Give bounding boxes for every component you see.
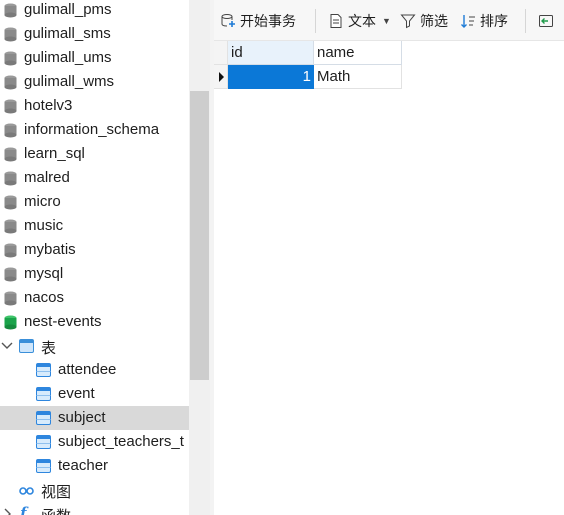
tree-item-tables-group[interactable]: 表: [0, 334, 189, 358]
tree-item-label: teacher: [58, 457, 109, 474]
tree-item-label: nest-events: [24, 313, 102, 330]
tree-item-label: learn_sql: [24, 145, 85, 162]
tree-item-database[interactable]: malred: [0, 166, 189, 190]
filter-label: 筛选: [420, 13, 448, 29]
tree-item-label: subject: [58, 409, 106, 426]
column-header-name[interactable]: name: [314, 41, 402, 65]
grid-corner: [214, 41, 228, 65]
tree-item-table[interactable]: subject_teachers_t: [0, 430, 189, 454]
sort-button[interactable]: 排序: [460, 10, 508, 32]
database-icon: [4, 243, 17, 258]
document-icon: [330, 14, 342, 28]
filter-icon: [400, 14, 416, 29]
tree-item-database[interactable]: gulimall_wms: [0, 70, 189, 94]
tree-item-label: gulimall_wms: [24, 73, 115, 90]
tree-item-table[interactable]: event: [0, 382, 189, 406]
views-icon: [19, 487, 34, 495]
table-icon: [36, 363, 51, 377]
tree-item-views-group[interactable]: 视图: [0, 478, 189, 502]
tree-item-label: gulimall_sms: [24, 25, 111, 42]
tree-item-database-active[interactable]: nest-events: [0, 310, 189, 334]
sort-label: 排序: [480, 13, 508, 29]
tree-item-label: hotelv3: [24, 97, 73, 114]
dropdown-arrow-icon[interactable]: ▼: [382, 16, 391, 26]
tree-item-label: music: [24, 217, 64, 234]
database-icon: [4, 3, 17, 18]
chevron-down-icon[interactable]: [0, 339, 14, 353]
tree-item-database[interactable]: learn_sql: [0, 142, 189, 166]
cell-name[interactable]: Math: [314, 65, 402, 89]
tree-item-label: nacos: [24, 289, 65, 306]
tree-item-label: attendee: [58, 361, 117, 378]
tree-item-label: malred: [24, 169, 70, 186]
tree-item-label: micro: [24, 193, 61, 210]
tree-item-label: gulimall_ums: [24, 49, 112, 66]
navigator-tree[interactable]: gulimall_pms gulimall_sms gulimall_ums g…: [0, 0, 189, 515]
tables-folder-icon: [19, 339, 34, 353]
tree-item-database[interactable]: information_schema: [0, 118, 189, 142]
database-icon: [4, 291, 17, 306]
tree-item-label: 视图: [41, 484, 72, 501]
database-icon: [4, 51, 17, 66]
tree-item-label: event: [58, 385, 95, 402]
tree-item-label: information_schema: [24, 121, 160, 138]
tree-item-label: subject_teachers_t: [58, 433, 184, 450]
tree-item-label: 函数: [41, 505, 71, 515]
column-header-id[interactable]: id: [228, 41, 314, 65]
database-icon: [4, 123, 17, 138]
function-icon: f: [20, 504, 27, 515]
tree-item-table[interactable]: attendee: [0, 358, 189, 382]
import-button[interactable]: [538, 10, 554, 32]
cell-id[interactable]: 1: [228, 65, 314, 89]
tree-item-database[interactable]: music: [0, 214, 189, 238]
tree-scrollbar-thumb[interactable]: [190, 91, 209, 380]
tree-item-database[interactable]: nacos: [0, 286, 189, 310]
begin-transaction-label: 开始事务: [240, 13, 296, 29]
sort-icon: [461, 15, 475, 28]
text-view-button[interactable]: 文本 ▼: [328, 10, 391, 32]
tree-item-database[interactable]: mysql: [0, 262, 189, 286]
table-icon: [36, 411, 51, 425]
chevron-right-icon[interactable]: [0, 507, 14, 515]
table-icon: [36, 435, 51, 449]
tree-item-label: mybatis: [24, 241, 76, 258]
database-icon: [4, 75, 17, 90]
tree-item-table[interactable]: teacher: [0, 454, 189, 478]
tree-item-database[interactable]: mybatis: [0, 238, 189, 262]
database-icon: [4, 267, 17, 282]
data-toolbar: 开始事务 文本 ▼ 筛选 排序: [214, 0, 564, 41]
database-icon: [4, 27, 17, 42]
row-marker[interactable]: [214, 65, 228, 89]
tree-item-label: gulimall_pms: [24, 1, 112, 18]
tree-item-database[interactable]: micro: [0, 190, 189, 214]
tree-item-database[interactable]: gulimall_sms: [0, 22, 189, 46]
tree-item-functions-group[interactable]: f 函数: [0, 502, 189, 515]
current-row-arrow-icon: [219, 72, 224, 82]
import-icon: [539, 15, 553, 27]
filter-button[interactable]: 筛选: [400, 10, 448, 32]
database-active-icon: [4, 315, 17, 330]
database-icon: [4, 219, 17, 234]
text-label: 文本: [348, 13, 376, 29]
database-icon: [4, 99, 17, 114]
toolbar-separator: [315, 9, 316, 33]
tree-item-database[interactable]: hotelv3: [0, 94, 189, 118]
tree-item-label: mysql: [24, 265, 64, 282]
tree-item-label: 表: [41, 340, 57, 357]
database-icon: [4, 147, 17, 162]
begin-transaction-button[interactable]: 开始事务: [220, 10, 296, 32]
transaction-icon: [221, 14, 235, 27]
tree-item-table-selected[interactable]: subject: [0, 406, 189, 430]
database-icon: [4, 171, 17, 186]
table-icon: [36, 387, 51, 401]
toolbar-separator: [525, 9, 526, 33]
database-icon: [4, 195, 17, 210]
tree-item-database[interactable]: gulimall_ums: [0, 46, 189, 70]
tree-item-database[interactable]: gulimall_pms: [0, 0, 189, 22]
table-icon: [36, 459, 51, 473]
